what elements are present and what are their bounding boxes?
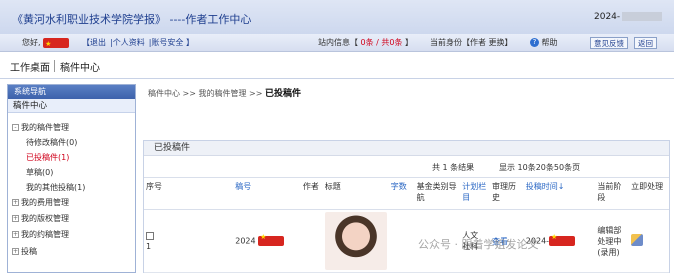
help-label: 帮助 — [541, 38, 558, 47]
breadcrumb: 稿件中心 >> 我的稿件管理 >> 已投稿件 — [148, 86, 301, 99]
flag-icon — [549, 233, 576, 246]
tab-manuscript-center[interactable]: 稿件中心 — [60, 59, 100, 74]
help-link[interactable]: ? 帮助 — [530, 34, 558, 52]
sidebar-group-my-manuscripts[interactable]: - 我的稿件管理 — [12, 122, 69, 133]
sidebar-item-pending-revision[interactable]: 待修改稿件(0) — [26, 137, 77, 148]
account-security-link[interactable]: |账号安全 】 — [149, 38, 194, 47]
sidebar-group-label: 我的费用管理 — [21, 198, 69, 207]
sidebar-item-drafts[interactable]: 草稿(0) — [26, 167, 53, 178]
row-spacer — [167, 209, 234, 273]
tab-desk[interactable]: 工作桌面 — [10, 59, 50, 74]
sidebar-item-submitted[interactable]: 已投稿件(1) — [26, 152, 69, 163]
col-planned-column[interactable]: 计划栏目 — [460, 177, 491, 210]
col-index: 序号 — [144, 177, 168, 210]
current-identity[interactable]: 当前身份【作者 更换】 — [430, 34, 513, 52]
col-review-history: 审理历史 — [490, 177, 524, 210]
row-action-cell — [629, 209, 669, 273]
breadcrumb-path[interactable]: 稿件中心 >> 我的稿件管理 >> — [148, 89, 265, 98]
help-icon: ? — [530, 38, 539, 47]
sidebar-group-invited[interactable]: + 我的约稿管理 — [12, 229, 69, 240]
expand-icon: + — [12, 215, 19, 222]
tab-strip: 工作桌面 稿件中心 — [0, 52, 674, 79]
table-row: 1 2024 人文社科 查看 2024- 编辑部处理中(录用) — [144, 209, 669, 273]
author-photo — [324, 212, 387, 270]
col-current-stage: 当前阶段 — [595, 177, 630, 210]
tab-divider — [54, 60, 55, 72]
inbox-prefix: 站内信息【 — [318, 38, 361, 47]
col-submit-time[interactable]: 投稿时间↓ — [523, 177, 596, 210]
row-index-cell: 1 — [144, 209, 168, 273]
result-count: 共 1 条结果 — [432, 163, 475, 172]
inbox-info[interactable]: 站内信息【 0条 / 共0条 】 — [318, 34, 413, 52]
process-icon[interactable] — [631, 234, 644, 246]
page-size-selector[interactable]: 显示 10条20条50条页 — [499, 162, 580, 173]
blurred-date — [622, 12, 663, 21]
col-action: 立即处理 — [629, 177, 669, 210]
inbox-count: 0条 / 共0条 — [360, 38, 403, 47]
col-spacer — [167, 177, 234, 210]
row-word-count — [388, 209, 415, 273]
col-manuscript-no[interactable]: 稿号 — [233, 177, 301, 210]
row-manuscript-no-cell: 2024 — [233, 209, 301, 273]
collapse-icon: - — [12, 124, 19, 131]
year-text: 2024- — [594, 12, 621, 22]
row-title-cell — [322, 209, 389, 273]
panel-title: 已投稿件 — [144, 141, 669, 156]
sidebar-group-copyright[interactable]: + 我的版权管理 — [12, 213, 69, 224]
expand-icon: + — [12, 248, 19, 255]
profile-link[interactable]: |个人资料 — [110, 38, 145, 47]
flag-icon — [258, 233, 285, 246]
expand-icon: + — [12, 231, 19, 238]
sidebar-item-other-submissions[interactable]: 我的其他投稿(1) — [26, 182, 85, 193]
back-button[interactable]: 返回 — [634, 37, 657, 49]
sidebar-group-label: 我的约稿管理 — [21, 230, 69, 239]
table-header-row: 序号 稿号 作者 标题 字数 基金类别导航 计划栏目 审理历史 投稿时间↓ 当前… — [144, 177, 669, 210]
user-bar: 您好, 【退出 |个人资料 |账号安全 】 站内信息【 0条 / 共0条 】 当前身… — [0, 34, 674, 53]
sidebar-subheading[interactable]: 稿件中心 — [8, 99, 135, 113]
sidebar-group-fees[interactable]: + 我的费用管理 — [12, 197, 69, 208]
inbox-suffix: 】 — [402, 38, 414, 47]
sidebar-heading: 系统导航 — [8, 85, 135, 99]
sidebar-group-label: 投稿 — [21, 247, 37, 256]
col-word-count[interactable]: 字数 — [388, 177, 415, 210]
sidebar-group-label: 我的稿件管理 — [21, 123, 69, 132]
manuscript-table: 序号 稿号 作者 标题 字数 基金类别导航 计划栏目 审理历史 投稿时间↓ 当前… — [144, 177, 669, 273]
flag-icon — [43, 35, 70, 53]
col-title: 标题 — [322, 177, 389, 210]
expand-icon: + — [12, 199, 19, 206]
col-fund-category: 基金类别导航 — [414, 177, 461, 210]
row-checkbox[interactable] — [146, 231, 154, 240]
sidebar-group-label: 我的版权管理 — [21, 214, 69, 223]
greeting-text: 您好, — [22, 38, 41, 47]
logout-link[interactable]: 【退出 — [82, 38, 106, 47]
header-date: 2024- — [594, 12, 663, 22]
row-author — [300, 209, 323, 273]
row-manuscript-no[interactable]: 2024 — [235, 237, 255, 246]
top-banner: 《黄河水利职业技术学院学报》 ----作者工作中心 2024- — [0, 0, 674, 34]
submitted-panel: 已投稿件 共 1 条结果 显示 10条20条50条页 序号 稿号 作者 标题 字… — [143, 140, 670, 273]
journal-title: 《黄河水利职业技术学院学报》 ----作者工作中心 — [12, 13, 252, 26]
user-links: 【退出 |个人资料 |账号安全 】 — [80, 34, 196, 52]
sidebar: 系统导航 稿件中心 - 我的稿件管理 待修改稿件(0) 已投稿件(1) 草稿(0)… — [7, 84, 136, 273]
greeting: 您好, — [22, 34, 70, 53]
row-stage-cell: 编辑部处理中(录用) — [595, 209, 630, 273]
row-stage: 编辑部处理中(录用) — [597, 225, 622, 257]
sidebar-group-submit[interactable]: + 投稿 — [12, 246, 37, 257]
col-author: 作者 — [300, 177, 323, 210]
breadcrumb-current: 已投稿件 — [264, 89, 301, 99]
row-index: 1 — [146, 241, 152, 251]
feedback-button[interactable]: 意见反馈 — [590, 37, 628, 49]
watermark: 公众号 · 跟着学姐发论文 — [418, 238, 539, 251]
